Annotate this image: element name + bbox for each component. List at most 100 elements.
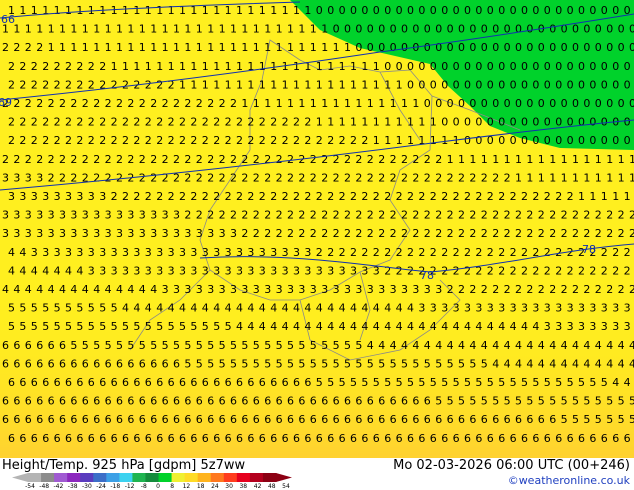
svg-text:0: 0	[407, 78, 414, 91]
svg-text:0: 0	[464, 60, 471, 73]
svg-text:1: 1	[162, 23, 169, 36]
svg-text:5: 5	[111, 320, 118, 333]
svg-text:0: 0	[430, 4, 437, 17]
svg-text:6: 6	[48, 339, 55, 352]
svg-text:2: 2	[190, 134, 197, 147]
svg-text:6: 6	[407, 432, 414, 445]
svg-text:0: 0	[424, 97, 431, 110]
svg-text:0: 0	[407, 4, 414, 17]
svg-text:3: 3	[168, 264, 175, 277]
svg-text:2: 2	[378, 227, 385, 240]
svg-text:2: 2	[469, 283, 476, 296]
svg-text:2: 2	[116, 97, 123, 110]
svg-text:0: 0	[624, 134, 631, 147]
svg-text:2: 2	[612, 246, 619, 259]
svg-text:3: 3	[190, 246, 197, 259]
svg-text:2: 2	[48, 153, 55, 166]
svg-text:6: 6	[19, 432, 26, 445]
svg-text:0: 0	[561, 41, 568, 54]
svg-text:3: 3	[219, 227, 226, 240]
colorbar-segment	[223, 473, 238, 482]
svg-text:4: 4	[282, 302, 289, 315]
svg-text:0: 0	[538, 41, 545, 54]
svg-text:2: 2	[54, 78, 61, 91]
svg-text:2: 2	[93, 97, 100, 110]
svg-text:2: 2	[127, 153, 134, 166]
svg-text:2: 2	[515, 209, 522, 222]
svg-text:2: 2	[76, 60, 83, 73]
svg-text:5: 5	[595, 413, 602, 426]
svg-text:1: 1	[549, 171, 556, 184]
svg-text:5: 5	[344, 357, 351, 370]
svg-text:4: 4	[350, 302, 357, 315]
svg-text:4: 4	[595, 339, 602, 352]
svg-text:6: 6	[589, 432, 596, 445]
svg-text:2: 2	[606, 283, 613, 296]
svg-text:5: 5	[578, 376, 585, 389]
svg-text:6: 6	[458, 413, 465, 426]
svg-text:3: 3	[88, 264, 95, 277]
svg-text:2: 2	[8, 78, 15, 91]
svg-text:6: 6	[59, 339, 66, 352]
svg-text:0: 0	[589, 78, 596, 91]
svg-text:1: 1	[253, 41, 260, 54]
svg-text:0: 0	[526, 41, 533, 54]
svg-text:5: 5	[173, 339, 180, 352]
svg-text:4: 4	[504, 339, 511, 352]
svg-text:1: 1	[111, 4, 118, 17]
svg-text:4: 4	[270, 320, 277, 333]
svg-text:2: 2	[270, 190, 277, 203]
svg-text:1: 1	[361, 60, 368, 73]
svg-text:6: 6	[396, 432, 403, 445]
svg-text:2: 2	[2, 153, 9, 166]
svg-text:0: 0	[412, 23, 419, 36]
svg-text:2: 2	[259, 190, 266, 203]
svg-text:2: 2	[31, 78, 38, 91]
svg-text:0: 0	[492, 23, 499, 36]
svg-text:2: 2	[583, 227, 590, 240]
svg-text:5: 5	[487, 376, 494, 389]
svg-text:0: 0	[589, 116, 596, 129]
svg-text:6: 6	[76, 432, 83, 445]
svg-text:2: 2	[538, 283, 545, 296]
svg-text:2: 2	[567, 190, 574, 203]
svg-text:6: 6	[93, 357, 100, 370]
svg-text:2: 2	[367, 209, 374, 222]
svg-text:6: 6	[390, 413, 397, 426]
svg-text:1: 1	[629, 171, 634, 184]
svg-text:2: 2	[168, 116, 175, 129]
svg-text:4: 4	[225, 302, 232, 315]
svg-text:2: 2	[447, 171, 454, 184]
svg-text:0: 0	[390, 41, 397, 54]
svg-text:1: 1	[430, 134, 437, 147]
svg-text:2: 2	[241, 209, 248, 222]
source-credit[interactable]: ©weatheronline.co.uk	[508, 474, 630, 487]
svg-text:0: 0	[612, 4, 619, 17]
svg-text:0: 0	[458, 97, 465, 110]
colorbar-segment	[106, 473, 120, 482]
svg-text:1: 1	[538, 153, 545, 166]
svg-text:0: 0	[515, 41, 522, 54]
svg-text:4: 4	[339, 320, 346, 333]
svg-text:6: 6	[76, 376, 83, 389]
svg-text:0: 0	[475, 116, 482, 129]
svg-text:2: 2	[111, 78, 118, 91]
svg-text:2: 2	[150, 97, 157, 110]
svg-text:1: 1	[225, 4, 232, 17]
svg-text:3: 3	[76, 246, 83, 259]
svg-text:5: 5	[202, 320, 209, 333]
svg-text:5: 5	[99, 320, 106, 333]
svg-text:1: 1	[202, 4, 209, 17]
svg-text:1: 1	[549, 153, 556, 166]
svg-text:5: 5	[538, 395, 545, 408]
svg-text:2: 2	[241, 171, 248, 184]
colorbar-max-arrow	[276, 473, 292, 482]
svg-text:0: 0	[475, 60, 482, 73]
svg-text:1: 1	[310, 97, 317, 110]
svg-text:6: 6	[287, 395, 294, 408]
svg-text:3: 3	[54, 190, 61, 203]
svg-text:4: 4	[122, 302, 129, 315]
svg-text:2: 2	[156, 116, 163, 129]
svg-text:3: 3	[42, 190, 49, 203]
svg-text:6: 6	[99, 376, 106, 389]
